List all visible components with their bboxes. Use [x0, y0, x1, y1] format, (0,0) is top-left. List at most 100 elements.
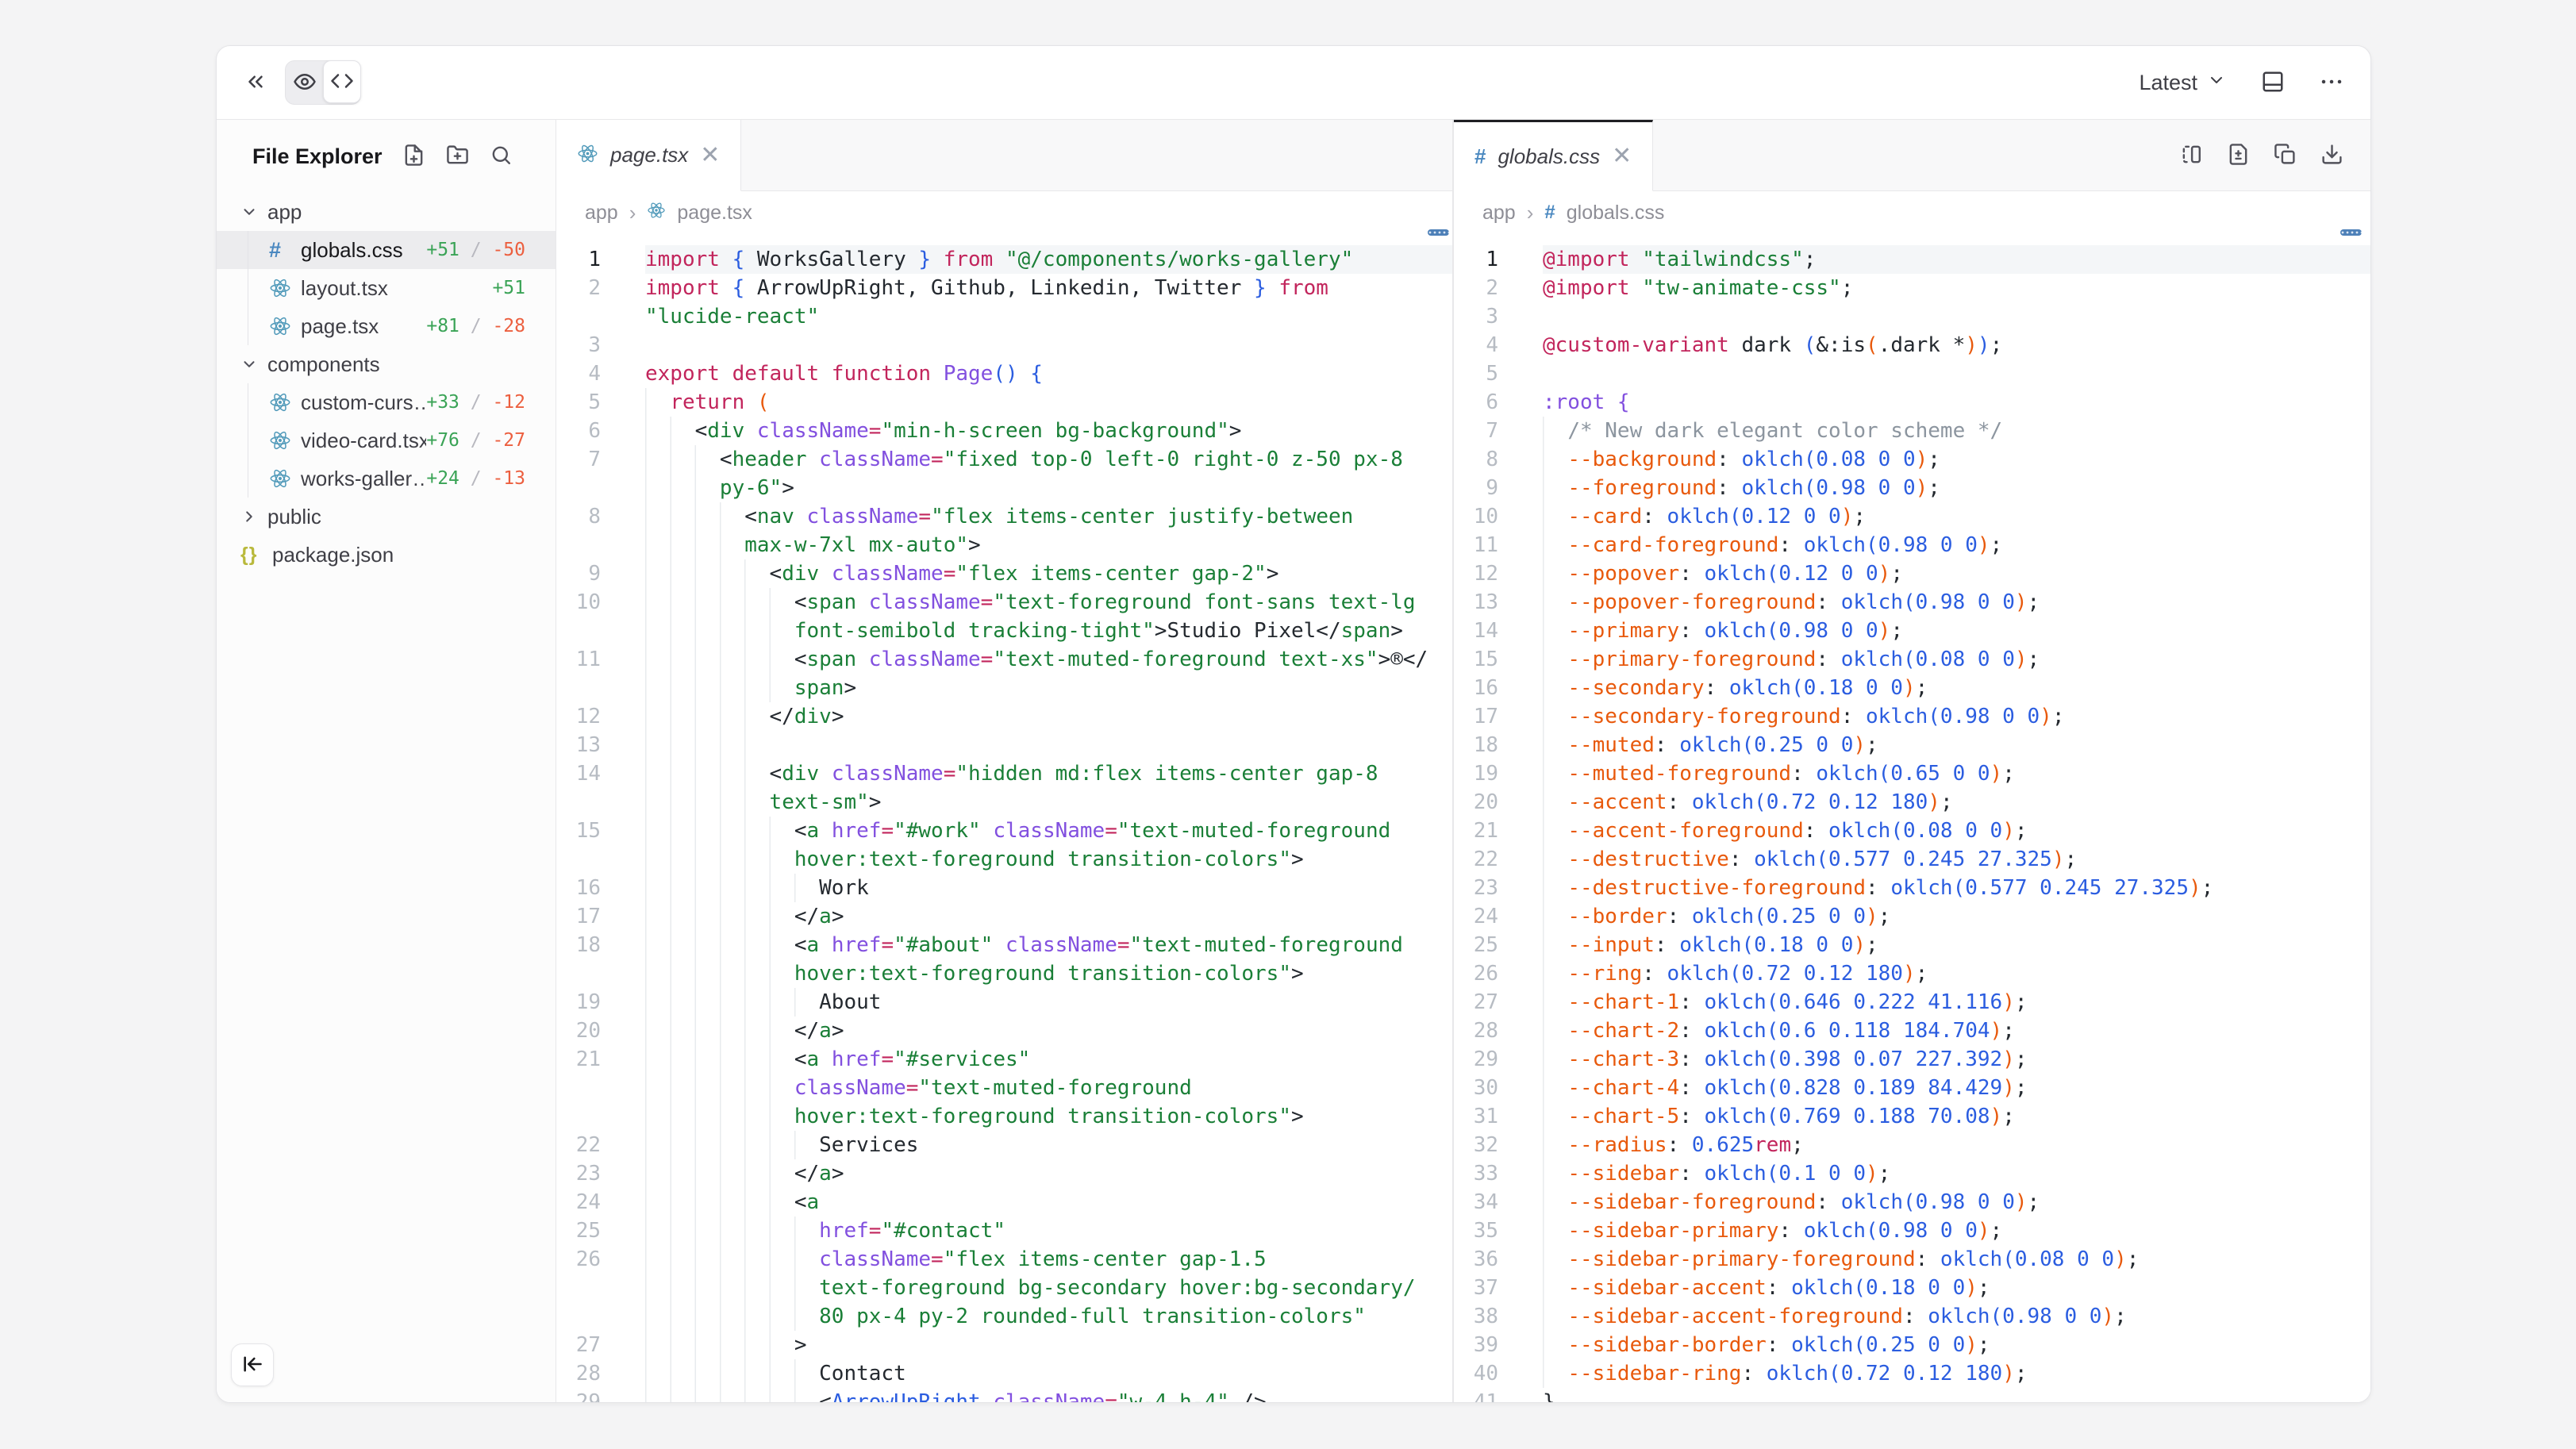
- diff-badge: +81 / -28: [426, 316, 525, 336]
- code-line: 4@custom-variant dark (&:is(.dark *));: [1454, 331, 2370, 359]
- code-line: 10 --card: oklch(0.12 0 0);: [1454, 502, 2370, 531]
- code-line: 31 --chart-5: oklch(0.769 0.188 70.08);: [1454, 1102, 2370, 1131]
- toolbar-right: Latest: [2139, 70, 2343, 96]
- code-line: 8 --background: oklch(0.08 0 0);: [1454, 445, 2370, 474]
- file-item-video-card.tsx[interactable]: video-card.tsx+76 / -27: [217, 421, 556, 459]
- code-editor-globals-css[interactable]: 1@import "tailwindcss";2@import "tw-anim…: [1454, 234, 2370, 1402]
- code-line: 10 <span className="text-foreground font…: [556, 588, 1452, 617]
- scrollbar-thumb[interactable]: [2340, 229, 2362, 236]
- copy-button[interactable]: [2274, 143, 2297, 168]
- layout-panel-button[interactable]: [2261, 70, 2285, 96]
- code-line: 14 <div className="hidden md:flex items-…: [556, 759, 1452, 788]
- file-name: globals.css: [301, 238, 426, 263]
- code-line: hover:text-foreground transition-colors"…: [556, 1102, 1452, 1131]
- tab-globals-css[interactable]: # globals.css ✕: [1454, 120, 1653, 191]
- code-line: 15 --primary-foreground: oklch(0.08 0 0)…: [1454, 645, 2370, 674]
- file-item-custom-curs-[interactable]: custom-curs…+33 / -12: [217, 383, 556, 421]
- code-line: 21 <a href="#services": [556, 1045, 1452, 1074]
- tab-label: globals.css: [1498, 144, 1600, 169]
- code-line: 15 <a href="#work" className="text-muted…: [556, 817, 1452, 845]
- code-toggle-button[interactable]: [323, 60, 361, 103]
- collapse-sidebar-button[interactable]: [231, 1343, 274, 1386]
- file-name: public: [267, 505, 525, 529]
- close-icon[interactable]: ✕: [700, 144, 720, 167]
- code-line: hover:text-foreground transition-colors"…: [556, 959, 1452, 988]
- version-selector[interactable]: Latest: [2139, 71, 2226, 95]
- react-icon: [269, 315, 301, 337]
- code-line: 3: [556, 331, 1452, 359]
- search-files-button[interactable]: [490, 144, 513, 169]
- chevron-right-icon: ›: [1527, 201, 1534, 225]
- code-line: 30 --chart-4: oklch(0.828 0.189 84.429);: [1454, 1074, 2370, 1102]
- folder-item-app[interactable]: app: [217, 193, 556, 231]
- chevron-down-icon: [2207, 71, 2226, 95]
- code-line: 27 >: [556, 1331, 1452, 1359]
- chevron-right-icon: ›: [629, 201, 636, 225]
- code-line: text-sm">: [556, 788, 1452, 817]
- folder-item-public[interactable]: public: [217, 498, 556, 536]
- code-line: 80 px-4 py-2 rounded-full transition-col…: [556, 1302, 1452, 1331]
- chevron-right-icon: [240, 508, 267, 525]
- code-line: 5: [1454, 359, 2370, 388]
- file-diff-button[interactable]: [2227, 143, 2250, 168]
- code-line: max-w-7xl mx-auto">: [556, 531, 1452, 559]
- editor-page-tsx: page.tsx ✕ app › page.tsx 1import { Work…: [556, 120, 1452, 1402]
- eye-icon: [293, 70, 317, 96]
- code-line: 7 <header className="fixed top-0 left-0 …: [556, 445, 1452, 474]
- preview-toggle-button[interactable]: [286, 61, 324, 104]
- panel-bottom-icon: [2261, 70, 2285, 96]
- new-folder-button[interactable]: [446, 144, 469, 169]
- breadcrumb: app › page.tsx: [556, 191, 1452, 234]
- ellipsis-icon: [2320, 70, 2343, 96]
- code-line: 13 --popover-foreground: oklch(0.98 0 0)…: [1454, 588, 2370, 617]
- view-toggle: [285, 60, 361, 105]
- new-file-icon: [402, 144, 425, 169]
- file-item-globals.css[interactable]: #globals.css+51 / -50: [217, 231, 556, 269]
- editor-actions: [2180, 120, 2370, 190]
- code-editor-page-tsx[interactable]: 1import { WorksGallery } from "@/compone…: [556, 234, 1452, 1402]
- code-line: 25 href="#contact": [556, 1216, 1452, 1245]
- code-line: 29 <ArrowUpRight className="w-4 h-4" />: [556, 1388, 1452, 1402]
- file-item-works-galler-[interactable]: works-galler…+24 / -13: [217, 459, 556, 498]
- diff-badge: +51: [492, 278, 525, 298]
- code-line: 34 --sidebar-foreground: oklch(0.98 0 0)…: [1454, 1188, 2370, 1216]
- code-line: 26 className="flex items-center gap-1.5: [556, 1245, 1452, 1274]
- arrow-left-to-line-icon: [241, 1353, 263, 1378]
- breadcrumb-folder[interactable]: app: [1482, 202, 1516, 225]
- code-line: span>: [556, 674, 1452, 702]
- more-options-button[interactable]: [2320, 70, 2343, 96]
- code-line: 1@import "tailwindcss";: [1454, 245, 2370, 274]
- breadcrumb-folder[interactable]: app: [585, 202, 618, 225]
- code-line: 22 --destructive: oklch(0.577 0.245 27.3…: [1454, 845, 2370, 874]
- file-item-layout.tsx[interactable]: layout.tsx+51: [217, 269, 556, 307]
- split-view-button[interactable]: [2180, 143, 2203, 168]
- code-line: 25 --input: oklch(0.18 0 0);: [1454, 931, 2370, 959]
- new-file-button[interactable]: [402, 144, 425, 169]
- file-diff-icon: [2227, 143, 2250, 168]
- code-line: 9 --foreground: oklch(0.98 0 0);: [1454, 474, 2370, 502]
- code-line: hover:text-foreground transition-colors"…: [556, 845, 1452, 874]
- code-line: 9 <div className="flex items-center gap-…: [556, 559, 1452, 588]
- breadcrumb: app › # globals.css: [1454, 191, 2370, 234]
- close-icon[interactable]: ✕: [1612, 144, 1632, 168]
- breadcrumb-file: page.tsx: [677, 202, 752, 225]
- folder-item-components[interactable]: components: [217, 345, 556, 383]
- tab-page-tsx[interactable]: page.tsx ✕: [556, 120, 741, 191]
- file-item-package.json[interactable]: {}package.json: [217, 536, 556, 574]
- split-view-icon: [2180, 143, 2203, 168]
- file-name: app: [267, 200, 525, 225]
- code-line: py-6">: [556, 474, 1452, 502]
- css-hash-icon: #: [1474, 144, 1486, 169]
- react-icon: [269, 391, 301, 413]
- code-line: 2@import "tw-animate-css";: [1454, 274, 2370, 302]
- react-icon: [269, 277, 301, 299]
- react-icon: [577, 143, 598, 168]
- download-button[interactable]: [2320, 143, 2343, 168]
- scrollbar-thumb[interactable]: [1428, 229, 1449, 236]
- css-hash-icon: #: [1544, 202, 1555, 224]
- file-item-page.tsx[interactable]: page.tsx+81 / -28: [217, 307, 556, 345]
- code-line: 8 <nav className="flex items-center just…: [556, 502, 1452, 531]
- collapse-panel-button[interactable]: [244, 70, 267, 96]
- code-line: 22 Services: [556, 1131, 1452, 1159]
- file-explorer-header: File Explorer: [217, 120, 556, 193]
